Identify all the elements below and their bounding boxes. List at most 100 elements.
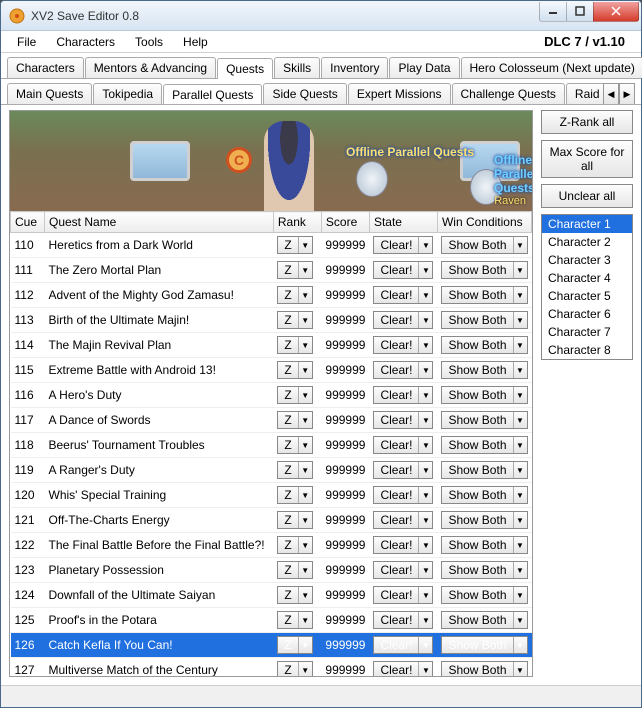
table-row[interactable]: 117A Dance of SwordsZ▼999999Clear!▼Show … bbox=[11, 408, 532, 433]
chevron-down-icon[interactable]: ▼ bbox=[513, 562, 527, 578]
chevron-down-icon[interactable]: ▼ bbox=[418, 662, 432, 676]
chevron-down-icon[interactable]: ▼ bbox=[298, 237, 312, 253]
subtab-tokipedia[interactable]: Tokipedia bbox=[93, 83, 162, 104]
chevron-down-icon[interactable]: ▼ bbox=[418, 262, 432, 278]
table-row[interactable]: 111The Zero Mortal PlanZ▼999999Clear!▼Sh… bbox=[11, 258, 532, 283]
cell-score[interactable]: 999999 bbox=[321, 633, 369, 658]
chevron-down-icon[interactable]: ▼ bbox=[298, 537, 312, 553]
cell-score[interactable]: 999999 bbox=[321, 558, 369, 583]
cell-score[interactable]: 999999 bbox=[321, 608, 369, 633]
chevron-down-icon[interactable]: ▼ bbox=[513, 512, 527, 528]
chevron-down-icon[interactable]: ▼ bbox=[513, 537, 527, 553]
zrank-all-button[interactable]: Z-Rank all bbox=[541, 110, 633, 134]
rank-dropdown[interactable]: Z▼ bbox=[277, 336, 312, 354]
rank-dropdown[interactable]: Z▼ bbox=[277, 311, 312, 329]
win-dropdown[interactable]: Show Both▼ bbox=[441, 636, 527, 654]
cell-score[interactable]: 999999 bbox=[321, 508, 369, 533]
chevron-down-icon[interactable]: ▼ bbox=[418, 287, 432, 303]
rank-dropdown[interactable]: Z▼ bbox=[277, 261, 312, 279]
maximize-button[interactable] bbox=[566, 2, 594, 22]
col-rank[interactable]: Rank bbox=[273, 212, 321, 233]
chevron-down-icon[interactable]: ▼ bbox=[298, 412, 312, 428]
chevron-down-icon[interactable]: ▼ bbox=[298, 662, 312, 676]
chevron-down-icon[interactable]: ▼ bbox=[513, 337, 527, 353]
chevron-down-icon[interactable]: ▼ bbox=[418, 337, 432, 353]
rank-dropdown[interactable]: Z▼ bbox=[277, 511, 312, 529]
chevron-down-icon[interactable]: ▼ bbox=[418, 312, 432, 328]
state-dropdown[interactable]: Clear!▼ bbox=[373, 436, 433, 454]
cell-score[interactable]: 999999 bbox=[321, 408, 369, 433]
close-button[interactable] bbox=[593, 2, 639, 22]
col-name[interactable]: Quest Name bbox=[45, 212, 274, 233]
unclear-all-button[interactable]: Unclear all bbox=[541, 184, 633, 208]
cell-score[interactable]: 999999 bbox=[321, 333, 369, 358]
tab-inventory[interactable]: Inventory bbox=[321, 57, 388, 78]
subtab-challenge[interactable]: Challenge Quests bbox=[452, 83, 565, 104]
table-row[interactable]: 127Multiverse Match of the CenturyZ▼9999… bbox=[11, 658, 532, 677]
col-score[interactable]: Score bbox=[321, 212, 369, 233]
subtab-expert[interactable]: Expert Missions bbox=[348, 83, 451, 104]
state-dropdown[interactable]: Clear!▼ bbox=[373, 386, 433, 404]
state-dropdown[interactable]: Clear!▼ bbox=[373, 461, 433, 479]
subtab-raid[interactable]: Raid Quests bbox=[566, 83, 603, 104]
win-dropdown[interactable]: Show Both▼ bbox=[441, 411, 527, 429]
cell-score[interactable]: 999999 bbox=[321, 258, 369, 283]
chevron-down-icon[interactable]: ▼ bbox=[298, 262, 312, 278]
chevron-down-icon[interactable]: ▼ bbox=[418, 387, 432, 403]
chevron-down-icon[interactable]: ▼ bbox=[298, 612, 312, 628]
rank-dropdown[interactable]: Z▼ bbox=[277, 236, 312, 254]
chevron-down-icon[interactable]: ▼ bbox=[298, 437, 312, 453]
character-list[interactable]: Character 1Character 2Character 3Charact… bbox=[541, 214, 633, 360]
chevron-down-icon[interactable]: ▼ bbox=[298, 587, 312, 603]
state-dropdown[interactable]: Clear!▼ bbox=[373, 561, 433, 579]
subtab-side[interactable]: Side Quests bbox=[263, 83, 346, 104]
rank-dropdown[interactable]: Z▼ bbox=[277, 611, 312, 629]
subtab-parallel[interactable]: Parallel Quests bbox=[163, 84, 262, 104]
rank-dropdown[interactable]: Z▼ bbox=[277, 386, 312, 404]
state-dropdown[interactable]: Clear!▼ bbox=[373, 336, 433, 354]
win-dropdown[interactable]: Show Both▼ bbox=[441, 536, 527, 554]
win-dropdown[interactable]: Show Both▼ bbox=[441, 311, 527, 329]
win-dropdown[interactable]: Show Both▼ bbox=[441, 361, 527, 379]
minimize-button[interactable] bbox=[539, 2, 567, 22]
chevron-down-icon[interactable]: ▼ bbox=[513, 612, 527, 628]
chevron-down-icon[interactable]: ▼ bbox=[298, 362, 312, 378]
chevron-down-icon[interactable]: ▼ bbox=[418, 562, 432, 578]
cell-score[interactable]: 999999 bbox=[321, 283, 369, 308]
rank-dropdown[interactable]: Z▼ bbox=[277, 636, 312, 654]
state-dropdown[interactable]: Clear!▼ bbox=[373, 411, 433, 429]
chevron-down-icon[interactable]: ▼ bbox=[418, 412, 432, 428]
chevron-down-icon[interactable]: ▼ bbox=[298, 337, 312, 353]
col-cue[interactable]: Cue bbox=[11, 212, 45, 233]
win-dropdown[interactable]: Show Both▼ bbox=[441, 261, 527, 279]
rank-dropdown[interactable]: Z▼ bbox=[277, 361, 312, 379]
cell-score[interactable]: 999999 bbox=[321, 233, 369, 258]
state-dropdown[interactable]: Clear!▼ bbox=[373, 236, 433, 254]
rank-dropdown[interactable]: Z▼ bbox=[277, 536, 312, 554]
table-row[interactable]: 124Downfall of the Ultimate SaiyanZ▼9999… bbox=[11, 583, 532, 608]
win-dropdown[interactable]: Show Both▼ bbox=[441, 336, 527, 354]
character-list-item[interactable]: Character 8 bbox=[542, 341, 632, 359]
state-dropdown[interactable]: Clear!▼ bbox=[373, 536, 433, 554]
state-dropdown[interactable]: Clear!▼ bbox=[373, 361, 433, 379]
chevron-down-icon[interactable]: ▼ bbox=[513, 487, 527, 503]
chevron-down-icon[interactable]: ▼ bbox=[513, 312, 527, 328]
rank-dropdown[interactable]: Z▼ bbox=[277, 436, 312, 454]
cell-score[interactable]: 999999 bbox=[321, 358, 369, 383]
titlebar[interactable]: XV2 Save Editor 0.8 bbox=[1, 1, 641, 31]
win-dropdown[interactable]: Show Both▼ bbox=[441, 661, 527, 676]
win-dropdown[interactable]: Show Both▼ bbox=[441, 611, 527, 629]
chevron-down-icon[interactable]: ▼ bbox=[418, 512, 432, 528]
character-list-item[interactable]: Character 4 bbox=[542, 269, 632, 287]
chevron-down-icon[interactable]: ▼ bbox=[298, 562, 312, 578]
win-dropdown[interactable]: Show Both▼ bbox=[441, 586, 527, 604]
character-list-item[interactable]: Character 7 bbox=[542, 323, 632, 341]
table-row[interactable]: 114The Majin Revival PlanZ▼999999Clear!▼… bbox=[11, 333, 532, 358]
chevron-down-icon[interactable]: ▼ bbox=[513, 287, 527, 303]
win-dropdown[interactable]: Show Both▼ bbox=[441, 511, 527, 529]
character-list-item[interactable]: Character 6 bbox=[542, 305, 632, 323]
chevron-down-icon[interactable]: ▼ bbox=[418, 612, 432, 628]
tab-hero[interactable]: Hero Colosseum (Next update) bbox=[461, 57, 642, 78]
rank-dropdown[interactable]: Z▼ bbox=[277, 586, 312, 604]
menu-tools[interactable]: Tools bbox=[125, 33, 173, 51]
